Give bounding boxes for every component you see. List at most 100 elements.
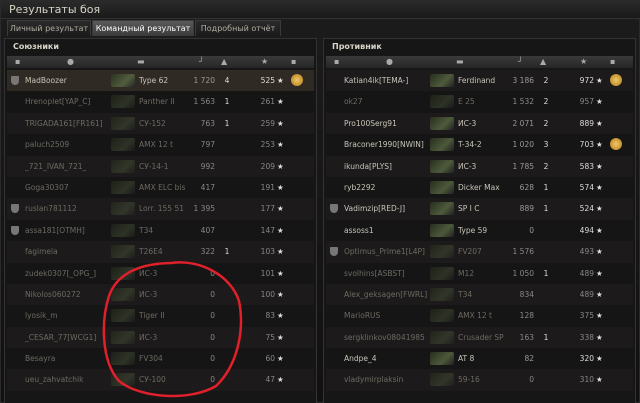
xp-value: 489 [579,268,594,278]
xp-value: 889 [579,118,594,128]
player-row[interactable]: Pro100Serg91 ИС-3 2 071 2 889 ★ [326,112,633,135]
player-row[interactable]: zudek0307[_OPG_] ИС-3 0 101 ★ [7,262,314,284]
player-row[interactable]: Besayra FV304 0 60 ★ [7,348,314,370]
player-row[interactable]: assa181[OTMH] T34 407 147 ★ [7,219,314,242]
tank-icon[interactable]: ▬ [456,57,464,67]
damage-value: 628 [519,182,534,192]
star-icon[interactable]: ★ [580,57,587,67]
player-row[interactable]: ok27 E 25 1 532 2 957 ★ [326,91,633,113]
player-row[interactable]: Andpe_4 AT 8 82 320 ★ [326,348,633,370]
enemies-header: ▪ ● ▬ ┘ ▲ ★ ▪ [326,56,633,68]
tank-name: ИС-3 [139,268,158,278]
damage-value: 0 [210,354,215,364]
player-name: MadBoozer [25,76,67,85]
player-name: Goga30307 [25,182,69,192]
damage-value: 1 720 [193,76,215,85]
player-row[interactable]: Vadimzip[RED-J] SP I C 889 1 524 ★ [326,198,633,220]
tab-detailed-report[interactable]: Подробный отчёт [195,20,281,36]
player-row[interactable]: Nikolos060272 ИС-3 0 100 ★ [7,283,314,306]
tank-image [430,309,454,323]
medal-icon[interactable]: ▪ [291,57,296,67]
player-name: Andpe_4 [344,354,377,364]
tank-name: T-34-2 [458,140,482,150]
damage-value: 2 071 [512,118,534,128]
shield-icon[interactable]: ▪ [334,57,339,67]
player-row[interactable]: ryb2292 Dicker Max 628 1 574 ★ [326,176,633,199]
player-name: ruslan781112 [25,204,77,214]
player-name: lyosik_m [25,311,58,321]
player-row[interactable]: paluch2509 AMX 12 t 797 253 ★ [7,134,314,156]
tab-team-result[interactable]: Командный результат [92,20,194,36]
person-icon[interactable]: ● [67,57,74,67]
medal-icon[interactable]: ▪ [610,57,615,67]
xp-value: 338 [579,332,594,342]
player-row[interactable]: Katian4ik[TEMA-] Ferdinand 3 186 2 972 ★ [326,70,633,92]
player-name: TRIGADA161[FR161] [25,118,103,128]
kills-value: 2 [543,161,549,171]
tank-image [430,74,454,87]
damage-value: 417 [200,182,215,192]
tank-icon[interactable]: ▬ [137,57,145,67]
player-row[interactable]: Braconer1990[NWIN] T-34-2 1 020 3 703 ★ [326,134,633,156]
kills-value: 1 [224,247,230,257]
player-row[interactable]: vladymirplaksin 59-16 0 310 ★ [326,369,633,391]
star-icon: ★ [596,204,602,214]
kills-value: 4 [224,76,230,85]
damage-icon[interactable]: ┘ [199,57,204,67]
tank-image [111,287,135,301]
player-row[interactable]: lyosik_m Tiger II 0 83 ★ [7,305,314,327]
tank-image [430,159,454,173]
star-icon: ★ [596,268,602,278]
xp-value: 310 [579,375,594,385]
tank-name: Panther II [139,97,175,107]
xp-value: 259 [260,118,275,128]
tank-image [111,223,135,237]
star-icon: ★ [277,161,283,171]
enemies-list: Katian4ik[TEMA-] Ferdinand 3 186 2 972 ★ ok27 E… [326,70,633,391]
player-row[interactable]: svolhins[ASBST] M12 1 050 1 489 ★ [326,262,633,284]
xp-value: 320 [579,354,594,364]
tank-image [430,330,454,344]
tank-name: ИС-3 [458,161,477,171]
player-row[interactable]: assoss1 Type 59 0 494 ★ [326,219,633,242]
star-icon[interactable]: ★ [261,57,268,67]
player-row[interactable]: ikunda[PLYS] ИС-3 1 785 2 583 ★ [326,155,633,177]
tank-image [111,74,135,87]
tank-image [430,95,454,109]
player-row[interactable]: _721_IVAN_721_ СУ-14-1 992 209 ★ [7,155,314,177]
allies-list: MadBoozer Type 62 1 720 4 525 ★ Hrenoplet[YAP_… [7,70,314,391]
xp-value: 100 [260,289,275,299]
player-row[interactable]: Goga30307 AMX ELC bis 417 191 ★ [7,176,314,199]
tank-image [111,180,135,194]
player-row[interactable]: sergklinkov08041985 Crusader SP 163 1 338 ★ [326,326,633,349]
player-row[interactable]: Hrenoplet[YAP_C] Panther II 1 563 1 261 ★ [7,91,314,113]
medal-icon [291,74,303,86]
player-row[interactable]: Optimus_Prime1[L4P] FV207 1 576 493 ★ [326,241,633,263]
player-row[interactable]: MadBoozer Type 62 1 720 4 525 ★ [7,70,314,92]
tank-image [430,245,454,259]
player-name: zudek0307[_OPG_] [25,268,97,278]
person-icon[interactable]: ● [386,57,393,67]
tab-personal-result[interactable]: Личный результат [7,20,91,36]
player-row[interactable]: fagimela T26E4 322 1 103 ★ [7,241,314,263]
damage-icon[interactable]: ┘ [518,57,523,67]
kills-icon[interactable]: ▲ [221,57,227,67]
damage-value: 1 020 [512,140,534,150]
shield-icon[interactable]: ▪ [15,57,20,67]
player-row[interactable]: Alex_geksagen[FWRL] T34 834 489 ★ [326,283,633,306]
player-row[interactable]: ruslan781112 Lorr. 155 51 1 395 177 ★ [7,198,314,220]
tank-image [111,202,135,216]
damage-value: 797 [200,140,215,150]
damage-value: 0 [529,225,534,235]
player-name: _CESAR_77[WCG1] [25,332,97,342]
player-row[interactable]: TRIGADA161[FR161] СУ-152 763 1 259 ★ [7,112,314,135]
tank-name: T34 [139,225,154,235]
star-icon: ★ [596,76,602,85]
player-row[interactable]: MarioRUS AMX 12 t 128 375 ★ [326,305,633,327]
player-row[interactable]: _CESAR_77[WCG1] ИС-3 0 75 ★ [7,326,314,349]
kills-icon[interactable]: ▲ [540,57,546,67]
xp-value: 47 [265,375,275,385]
player-name: ueu_zahvatchik [25,375,84,385]
tank-name: ИС-3 [458,118,477,128]
player-row[interactable]: ueu_zahvatchik СУ-100 0 47 ★ [7,369,314,391]
